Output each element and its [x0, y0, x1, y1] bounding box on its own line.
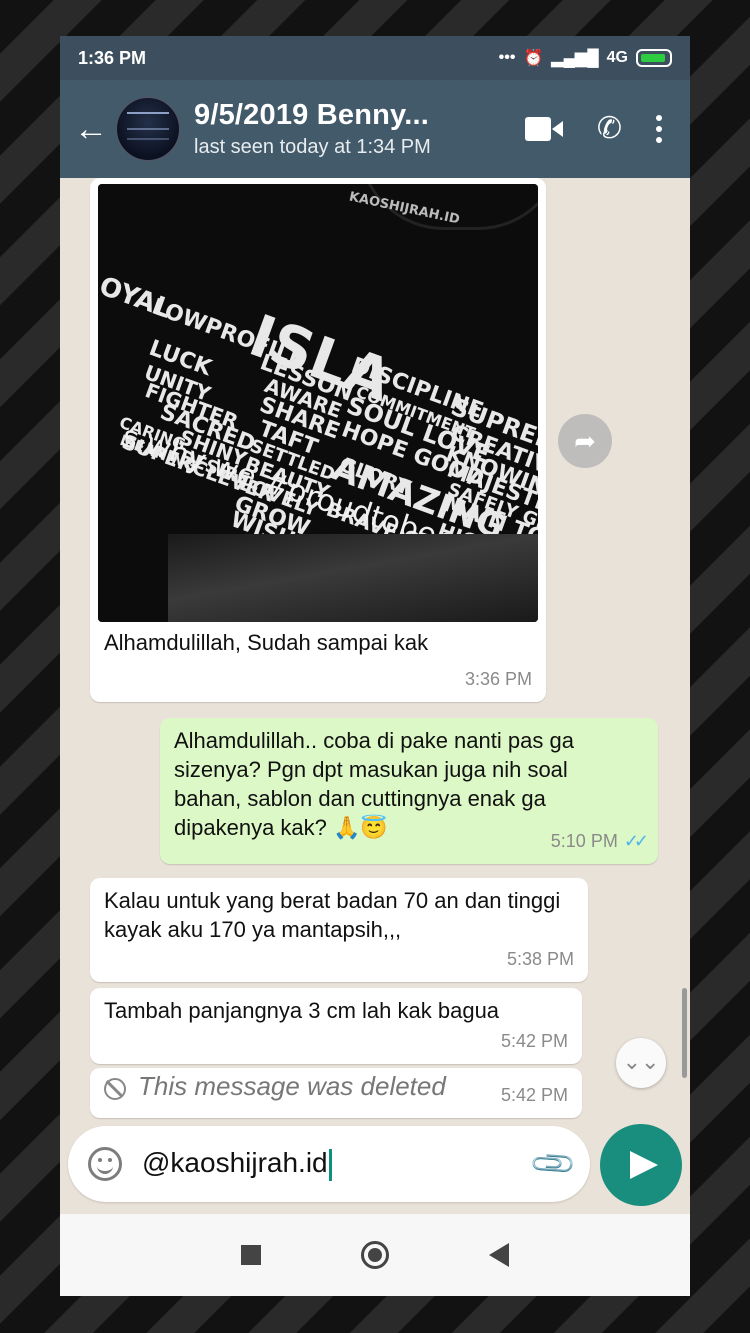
send-button[interactable]: [600, 1124, 682, 1206]
recents-icon[interactable]: [241, 1245, 261, 1265]
scroll-down-button[interactable]: ⌄⌄: [616, 1038, 666, 1088]
message-list: KAOSHIJRAH.ID OYAL LOWPROFILE LUCK UNITY…: [60, 178, 690, 1178]
message-time: 5:42 PM: [500, 1031, 568, 1051]
outgoing-message[interactable]: Alhamdulillah.. coba di pake nanti pas g…: [160, 718, 658, 864]
message-time: 5:10 PM: [550, 831, 618, 851]
back-arrow-icon[interactable]: ←: [66, 112, 116, 146]
phone-screen: 1:36 PM ••• ⏰ ▂▄▆█ 4G ← 9/5/2019 Benny..…: [60, 36, 690, 1296]
message-text: Tambah panjangnya 3 cm lah kak bagua: [104, 998, 500, 1023]
composer: @kaoshijrah.id 📎: [60, 1124, 690, 1210]
status-bar: 1:36 PM ••• ⏰ ▂▄▆█ 4G: [60, 36, 690, 80]
message-time: 5:38 PM: [506, 949, 574, 969]
more-options-icon[interactable]: [656, 115, 662, 143]
signal-icon: ▂▄▆█: [551, 50, 599, 67]
send-icon: [630, 1151, 658, 1179]
message-input-box[interactable]: @kaoshijrah.id 📎: [68, 1126, 590, 1202]
image-caption: Alhamdulillah, Sudah sampai kak: [104, 630, 429, 655]
android-nav-bar: [60, 1214, 690, 1296]
message-input-value: @kaoshijrah.id: [142, 1147, 328, 1179]
message-input[interactable]: @kaoshijrah.id: [142, 1147, 535, 1181]
home-icon[interactable]: [361, 1241, 389, 1269]
blocked-icon: [104, 1078, 126, 1101]
incoming-message[interactable]: Tambah panjangnya 3 cm lah kak bagua 5:4…: [90, 988, 582, 1064]
voice-call-icon[interactable]: ✆: [597, 114, 622, 144]
message-time: 5:42 PM: [500, 1085, 568, 1105]
paperclip-icon[interactable]: 📎: [528, 1138, 579, 1189]
contact-name: 9/5/2019 Benny...: [194, 99, 429, 131]
scrollbar[interactable]: [682, 988, 687, 1078]
status-time: 1:36 PM: [78, 47, 147, 68]
message-time: 3:36 PM: [464, 669, 532, 689]
deleted-message[interactable]: This message was deleted 5:42 PM: [90, 1068, 582, 1118]
network-type: 4G: [606, 49, 628, 66]
tshirt-photo[interactable]: KAOSHIJRAH.ID OYAL LOWPROFILE LUCK UNITY…: [98, 184, 538, 622]
last-seen: last seen today at 1:34 PM: [194, 136, 431, 158]
message-time-row: 5:10 PM ✓✓: [550, 827, 649, 856]
message-text: Kalau untuk yang berat badan 70 an dan t…: [104, 888, 561, 942]
message-text: Alhamdulillah.. coba di pake nanti pas g…: [174, 728, 574, 840]
incoming-message[interactable]: Kalau untuk yang berat badan 70 an dan t…: [90, 878, 588, 982]
dots-icon: •••: [498, 49, 516, 66]
battery-icon: [636, 49, 672, 67]
deleted-text: This message was deleted: [138, 1071, 446, 1101]
header-actions: ✆: [524, 114, 662, 144]
status-icons: ••• ⏰ ▂▄▆█ 4G: [499, 48, 672, 68]
forward-icon[interactable]: ➦: [558, 414, 612, 468]
read-receipt-icon: ✓✓: [623, 831, 649, 851]
chat-header: ← 9/5/2019 Benny... last seen today at 1…: [60, 80, 690, 178]
avatar[interactable]: [116, 97, 180, 161]
alarm-off-icon: ⏰: [523, 50, 544, 67]
contact-info[interactable]: 9/5/2019 Benny... last seen today at 1:3…: [194, 99, 525, 159]
text-cursor: [328, 1148, 332, 1181]
image-message[interactable]: KAOSHIJRAH.ID OYAL LOWPROFILE LUCK UNITY…: [90, 178, 546, 702]
emoji-icon[interactable]: [88, 1147, 122, 1181]
video-call-icon[interactable]: [524, 117, 563, 141]
back-icon[interactable]: [489, 1243, 509, 1267]
